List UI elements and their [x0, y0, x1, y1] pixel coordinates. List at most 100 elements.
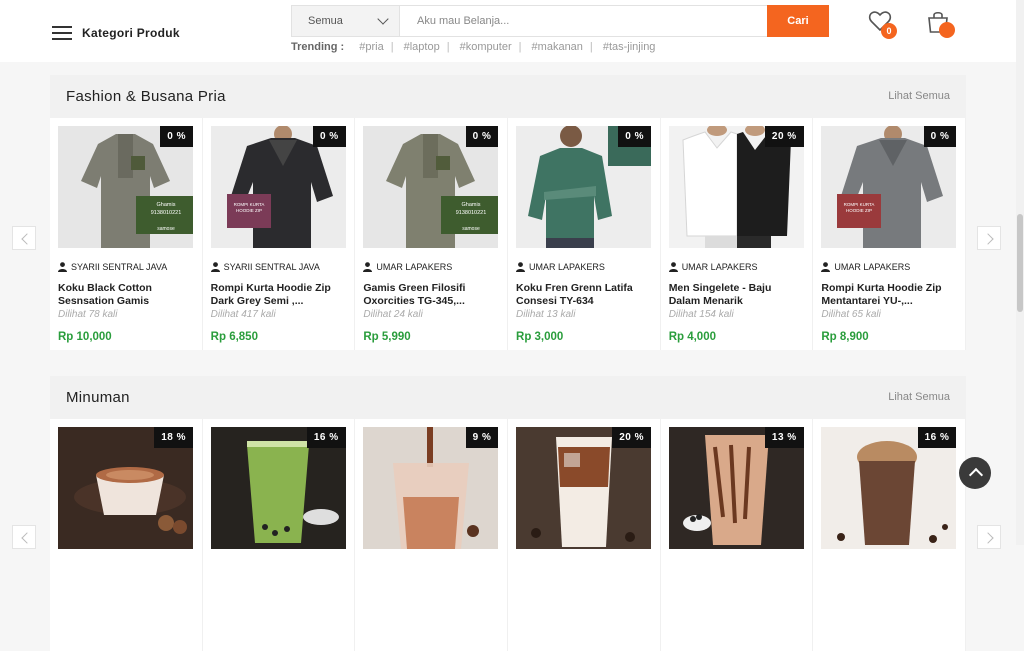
menu-icon[interactable]	[52, 26, 72, 42]
product-carousel: Ghamis 9138010221 samose 0 % SYARII SENT…	[50, 118, 967, 350]
product-card[interactable]: 16 %	[202, 419, 356, 651]
product-name[interactable]: Koku Black Cotton Sesnsation Gamis	[58, 282, 194, 308]
tag-separator: |	[518, 41, 522, 53]
user-icon	[58, 262, 67, 272]
seller-name[interactable]: SYARII SENTRAL JAVA	[58, 262, 194, 272]
see-all-link[interactable]: Lihat Semua	[888, 391, 950, 403]
seller-name[interactable]: UMAR LAPAKERS	[821, 262, 957, 272]
discount-badge: 9 %	[465, 427, 499, 448]
product-card[interactable]: 20 %	[508, 419, 661, 651]
trending-tag[interactable]: #tas-jinjing	[603, 41, 656, 53]
svg-text:samose: samose	[463, 226, 481, 232]
search-button[interactable]: Cari	[767, 5, 829, 37]
section-minuman: Minuman Lihat Semua 18 % 16 % 9 % 20 % 1…	[50, 376, 967, 651]
seller-name[interactable]: UMAR LAPAKERS	[516, 262, 652, 272]
search-bar: Semua Cari	[291, 5, 829, 37]
carousel-next-button[interactable]	[977, 226, 1001, 250]
product-card[interactable]: 18 %	[50, 419, 203, 651]
carousel-prev-button[interactable]	[12, 226, 36, 250]
product-name[interactable]: Rompi Kurta Hoodie Zip Dark Grey Semi ,.…	[211, 282, 347, 308]
tag-separator: |	[390, 41, 394, 53]
product-card[interactable]: ROMPI KURTA HOODIE ZIP 0 % SYARII SENTRA…	[202, 118, 356, 350]
tag-separator: |	[589, 41, 593, 53]
user-icon	[210, 262, 220, 272]
view-count: Dilihat 65 kali	[821, 309, 881, 320]
product-image: 0 %	[516, 126, 652, 248]
svg-text:samose: samose	[157, 226, 175, 232]
svg-text:Ghamis: Ghamis	[157, 202, 176, 208]
seller-name[interactable]: UMAR LAPAKERS	[668, 262, 805, 272]
section-header: Fashion & Busana Pria Lihat Semua	[50, 75, 966, 118]
seller-label: SYARII SENTRAL JAVA	[71, 262, 168, 272]
product-image: 13 %	[668, 427, 804, 549]
wishlist-count-badge: 0	[881, 23, 897, 39]
trending-tag[interactable]: #komputer	[460, 41, 512, 53]
product-card[interactable]: 13 %	[660, 419, 814, 651]
svg-text:9138010221: 9138010221	[456, 210, 487, 216]
trending-tag[interactable]: #laptop	[404, 41, 440, 53]
product-card[interactable]: 9 %	[355, 419, 509, 651]
product-card[interactable]: 20 % UMAR LAPAKERS Men Singelete - Baju …	[660, 118, 814, 350]
section-title: Minuman	[66, 389, 130, 406]
search-category-select[interactable]: Semua	[292, 6, 400, 36]
product-name[interactable]: Men Singelete - Baju Dalam Menarik	[669, 282, 805, 308]
see-all-link[interactable]: Lihat Semua	[888, 90, 950, 102]
product-image: 16 %	[210, 427, 346, 549]
discount-badge: 18 %	[154, 427, 193, 448]
trending-tag[interactable]: #makanan	[532, 41, 583, 53]
seller-label: UMAR LAPAKERS	[834, 262, 911, 272]
search-input[interactable]	[401, 6, 769, 36]
category-menu-label[interactable]: Kategori Produk	[82, 26, 180, 40]
discount-badge: 16 %	[306, 427, 346, 448]
product-name[interactable]: Gamis Green Filosifi Oxorcities TG-345,.…	[363, 282, 499, 308]
product-card[interactable]: 0 % UMAR LAPAKERS Koku Fren Grenn Latifa…	[508, 118, 661, 350]
tag-separator: |	[446, 41, 450, 53]
svg-text:Ghamis: Ghamis	[462, 202, 481, 208]
carousel-prev-button[interactable]	[12, 525, 36, 549]
cart-count-badge	[939, 22, 955, 38]
product-image: ROMPI KURTA HOODIE ZIP 0 %	[821, 126, 957, 248]
user-icon	[516, 262, 526, 272]
product-carousel: 18 % 16 % 9 % 20 % 13 % 16 %	[50, 419, 967, 651]
chevron-down-icon	[377, 13, 389, 25]
svg-text:ROMPI KURTA: ROMPI KURTA	[233, 202, 264, 207]
discount-badge: 0 %	[465, 126, 499, 147]
seller-name[interactable]: SYARII SENTRAL JAVA	[210, 262, 347, 272]
product-card[interactable]: 16 %	[813, 419, 967, 651]
product-image: Ghamis 9138010221 samose 0 %	[363, 126, 499, 248]
cart-button[interactable]	[926, 10, 955, 38]
user-icon	[363, 262, 373, 272]
product-card[interactable]: ROMPI KURTA HOODIE ZIP 0 % UMAR LAPAKERS…	[813, 118, 967, 350]
product-card[interactable]: Ghamis 9138010221 samose 0 % UMAR LAPAKE…	[355, 118, 509, 350]
view-count: Dilihat 417 kali	[210, 309, 276, 320]
product-image: ROMPI KURTA HOODIE ZIP 0 %	[210, 126, 346, 248]
product-name[interactable]: Koku Fren Grenn Latifa Consesi TY-634	[516, 282, 652, 308]
svg-text:HOODIE ZIP: HOODIE ZIP	[236, 208, 262, 213]
section-header: Minuman Lihat Semua	[50, 376, 966, 419]
carousel-next-button[interactable]	[977, 525, 1001, 549]
view-count: Dilihat 154 kali	[668, 309, 734, 320]
product-image: 9 %	[363, 427, 499, 549]
product-image: Ghamis 9138010221 samose 0 %	[58, 126, 193, 248]
product-image: 20 %	[668, 126, 804, 248]
product-price: Rp 8,900	[821, 331, 869, 343]
product-image: 16 %	[821, 427, 957, 549]
user-icon	[668, 262, 678, 272]
seller-name[interactable]: UMAR LAPAKERS	[363, 262, 499, 272]
trending-tags: Trending : #pria | #laptop | #komputer | #m…	[291, 41, 655, 53]
product-name[interactable]: Rompi Kurta Hoodie Zip Mentantarei YU-,.…	[821, 282, 957, 308]
scrollbar-thumb[interactable]	[1017, 214, 1023, 312]
discount-badge: 0 %	[923, 126, 957, 147]
trending-tag[interactable]: #pria	[359, 41, 383, 53]
product-image: 20 %	[516, 427, 652, 549]
product-image: 18 %	[58, 427, 193, 549]
product-price: Rp 5,990	[363, 331, 411, 343]
product-card[interactable]: Ghamis 9138010221 samose 0 % SYARII SENT…	[50, 118, 203, 350]
view-count: Dilihat 24 kali	[363, 309, 423, 320]
discount-badge: 0 %	[312, 126, 346, 147]
discount-badge: 13 %	[764, 427, 804, 448]
wishlist-button[interactable]: 0	[868, 10, 897, 39]
seller-label: UMAR LAPAKERS	[376, 262, 453, 272]
seller-label: UMAR LAPAKERS	[681, 262, 758, 272]
scroll-to-top-button[interactable]	[959, 457, 991, 489]
